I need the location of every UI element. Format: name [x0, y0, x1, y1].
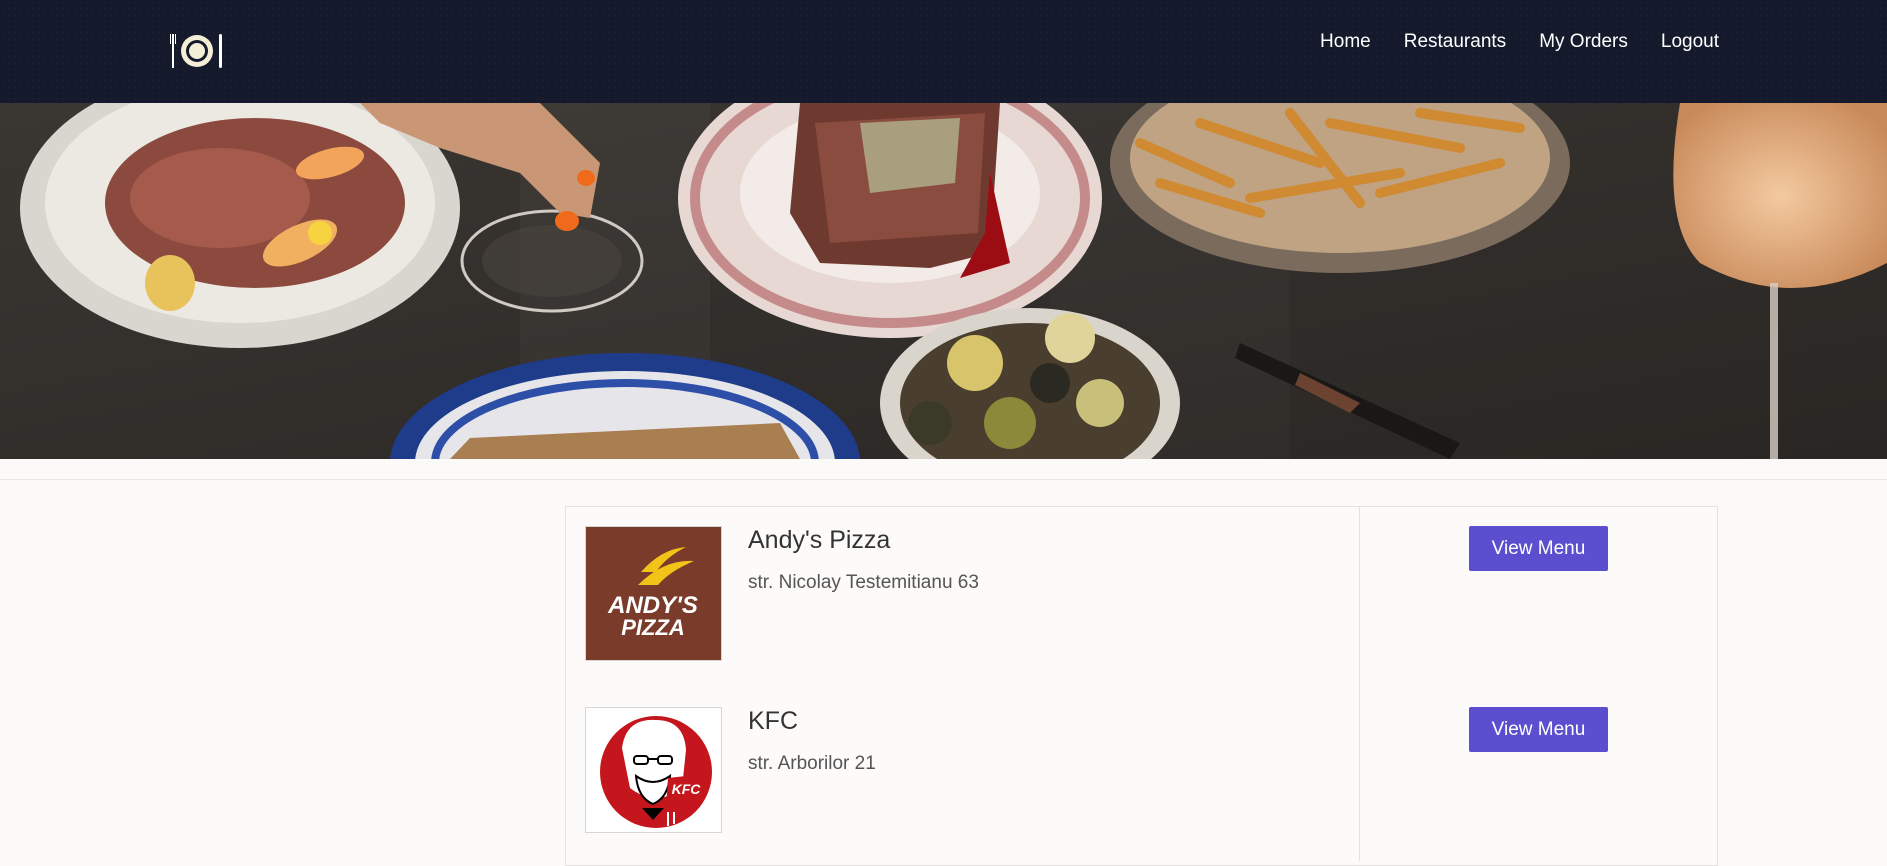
section-divider [0, 479, 1887, 480]
nav-home-link[interactable]: Home [1320, 28, 1371, 56]
nav-restaurants-link[interactable]: Restaurants [1404, 28, 1506, 56]
andys-pizza-logo: ANDY'S PIZZA [585, 526, 722, 661]
card-column-divider [1359, 506, 1360, 861]
kfc-logo-text: KFC [672, 781, 702, 797]
nav-links: Home Restaurants My Orders Logout [1287, 28, 1719, 56]
food-table-illustration [0, 103, 1887, 459]
restaurant-address: str. Arborilor 21 [748, 753, 876, 774]
restaurant-address: str. Nicolay Testemitianu 63 [748, 572, 979, 593]
restaurant-name: KFC [748, 707, 798, 735]
restaurant-name: Andy's Pizza [748, 526, 891, 554]
nav-my-orders-link[interactable]: My Orders [1539, 28, 1628, 56]
view-menu-button[interactable]: View Menu [1469, 526, 1608, 571]
top-navbar: Home Restaurants My Orders Logout [0, 0, 1887, 103]
hero-banner-image [0, 103, 1887, 459]
plate-and-cutlery-icon[interactable] [168, 30, 226, 70]
kfc-logo: KFC [585, 707, 722, 833]
andys-logo-text-2: PIZZA [621, 615, 685, 640]
view-menu-button[interactable]: View Menu [1469, 707, 1608, 752]
nav-logout-link[interactable]: Logout [1661, 28, 1719, 56]
